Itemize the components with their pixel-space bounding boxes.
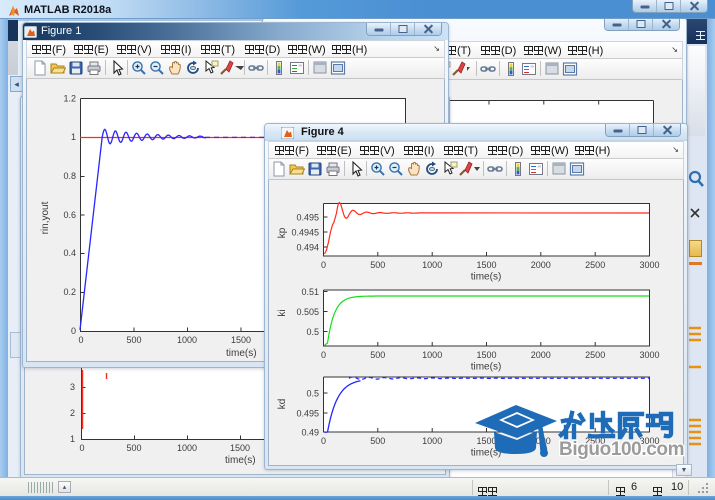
svg-text:1000: 1000: [422, 260, 442, 270]
svg-text:0.49: 0.49: [301, 428, 319, 438]
svg-text:1000: 1000: [422, 436, 442, 446]
svg-text:2000: 2000: [531, 260, 551, 270]
svg-text:0.51: 0.51: [301, 287, 319, 297]
svg-text:0.2: 0.2: [63, 287, 76, 297]
svg-text:kd: kd: [277, 399, 288, 410]
svg-text:0.5: 0.5: [306, 327, 319, 337]
svg-text:0.4945: 0.4945: [291, 228, 319, 238]
svg-text:1000: 1000: [177, 335, 197, 345]
svg-text:0.505: 0.505: [296, 307, 319, 317]
svg-text:0: 0: [321, 436, 326, 446]
svg-text:500: 500: [126, 443, 141, 453]
svg-text:ki: ki: [277, 309, 288, 316]
svg-text:0.5: 0.5: [306, 389, 319, 399]
svg-text:2000: 2000: [531, 350, 551, 360]
svg-text:0: 0: [71, 326, 76, 336]
svg-text:rin,yout: rin,yout: [40, 201, 51, 234]
svg-text:time(s): time(s): [471, 362, 502, 373]
svg-text:0.495: 0.495: [296, 409, 319, 419]
svg-text:1500: 1500: [231, 335, 251, 345]
svg-text:0: 0: [321, 350, 326, 360]
svg-text:2500: 2500: [585, 260, 605, 270]
svg-text:3000: 3000: [639, 260, 659, 270]
svg-text:1.2: 1.2: [63, 94, 76, 104]
svg-text:500: 500: [370, 350, 385, 360]
svg-text:0.6: 0.6: [63, 210, 76, 220]
svg-text:0.4: 0.4: [63, 248, 76, 258]
svg-text:time(s): time(s): [226, 348, 257, 359]
svg-text:0.8: 0.8: [63, 171, 76, 181]
svg-text:1500: 1500: [476, 350, 496, 360]
svg-text:time(s): time(s): [225, 455, 256, 466]
svg-text:1: 1: [71, 132, 76, 142]
svg-text:kp: kp: [277, 227, 288, 238]
svg-text:500: 500: [370, 260, 385, 270]
svg-text:1000: 1000: [177, 443, 197, 453]
svg-text:Biguo100.com: Biguo100.com: [559, 439, 684, 460]
svg-text:3: 3: [70, 382, 75, 392]
svg-text:2500: 2500: [585, 350, 605, 360]
svg-text:500: 500: [126, 335, 141, 345]
svg-text:1: 1: [70, 434, 75, 444]
svg-text:2: 2: [70, 408, 75, 418]
svg-text:3000: 3000: [639, 350, 659, 360]
svg-text:0: 0: [78, 335, 83, 345]
svg-text:1500: 1500: [476, 260, 496, 270]
svg-text:time(s): time(s): [471, 272, 502, 283]
svg-text:0.495: 0.495: [296, 213, 319, 223]
svg-text:500: 500: [370, 436, 385, 446]
svg-text:1000: 1000: [422, 350, 442, 360]
svg-text:0.494: 0.494: [296, 243, 319, 253]
svg-text:1500: 1500: [230, 443, 250, 453]
svg-text:0: 0: [79, 443, 84, 453]
svg-text:0: 0: [321, 260, 326, 270]
